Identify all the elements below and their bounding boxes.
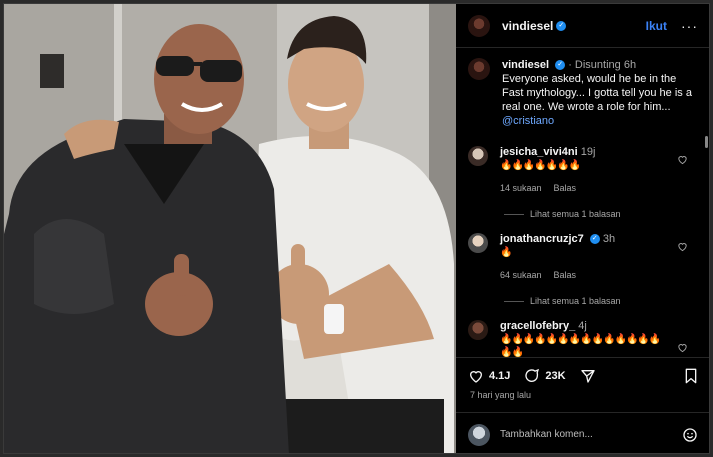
- scrollbar-thumb[interactable]: [705, 136, 708, 148]
- heart-icon[interactable]: [468, 368, 484, 384]
- comment-like-icon[interactable]: [677, 241, 688, 252]
- comment-text: 🔥: [500, 247, 512, 258]
- comment-item: jonathancruzjc7 ✓ 3h 🔥 64 sukaan Balas: [456, 233, 709, 282]
- reply-button[interactable]: Balas: [554, 269, 577, 282]
- comment-username[interactable]: gracellofebry_: [500, 320, 575, 332]
- comment-like-icon[interactable]: [677, 154, 688, 165]
- comment-item: jesicha_vivi4ni 19j 🔥🔥🔥🔥🔥🔥🔥 14 sukaan Ba…: [456, 146, 709, 195]
- instagram-post-modal: vindiesel ✓ Ikut ··· vindiesel ✓ · Disun…: [3, 3, 710, 454]
- comment-count[interactable]: 23K: [545, 370, 565, 382]
- post-side-panel: vindiesel ✓ Ikut ··· vindiesel ✓ · Disun…: [456, 4, 709, 453]
- commenter-avatar[interactable]: [468, 233, 488, 253]
- comment-body: jesicha_vivi4ni 19j 🔥🔥🔥🔥🔥🔥🔥 14 sukaan Ba…: [500, 146, 670, 195]
- view-replies-label[interactable]: Lihat semua 1 balasan: [530, 209, 621, 219]
- author-avatar[interactable]: [468, 14, 490, 37]
- comment-username[interactable]: jonathancruzjc7: [500, 233, 584, 245]
- comment-action[interactable]: 23K: [524, 368, 566, 384]
- caption-body: vindiesel ✓ · Disunting 6h Everyone aske…: [502, 58, 698, 128]
- comment-body: gracellofebry_ 4j 🔥🔥🔥🔥🔥🔥🔥🔥🔥🔥🔥🔥🔥🔥🔥🔥: [500, 320, 670, 357]
- comment-time[interactable]: 19j: [581, 146, 596, 158]
- post-header: vindiesel ✓ Ikut ···: [456, 4, 709, 48]
- comment-meta: 64 sukaan Balas: [500, 269, 670, 282]
- share-icon[interactable]: [580, 368, 596, 384]
- view-replies-link[interactable]: Lihat semua 1 balasan: [456, 209, 709, 219]
- caption-avatar[interactable]: [468, 58, 490, 80]
- comment-likes[interactable]: 64 sukaan: [500, 269, 542, 282]
- replies-divider: [504, 213, 524, 215]
- caption-mention-link[interactable]: @cristiano: [502, 114, 698, 128]
- comment-meta: 14 sukaan Balas: [500, 182, 670, 195]
- comment-text: 🔥🔥🔥🔥🔥🔥🔥🔥🔥🔥🔥🔥🔥🔥🔥🔥: [500, 334, 661, 357]
- comment-body: jonathancruzjc7 ✓ 3h 🔥 64 sukaan Balas: [500, 233, 670, 282]
- comment-item: gracellofebry_ 4j 🔥🔥🔥🔥🔥🔥🔥🔥🔥🔥🔥🔥🔥🔥🔥🔥: [456, 320, 709, 357]
- caption-time[interactable]: 6h: [624, 59, 636, 71]
- more-options-icon[interactable]: ···: [681, 18, 698, 34]
- view-replies-label[interactable]: Lihat semua 1 balasan: [530, 296, 621, 306]
- comment-time[interactable]: 4j: [578, 320, 587, 332]
- post-photo-illustration: [4, 4, 456, 453]
- caption-username[interactable]: vindiesel: [502, 59, 549, 71]
- replies-divider: [504, 300, 524, 302]
- author-username[interactable]: vindiesel: [502, 19, 553, 33]
- comment-time[interactable]: 3h: [603, 233, 615, 245]
- commenter-avatar[interactable]: [468, 320, 488, 340]
- add-comment-bar: [456, 412, 709, 453]
- comment-username[interactable]: jesicha_vivi4ni: [500, 146, 578, 158]
- comment-icon[interactable]: [524, 368, 540, 384]
- white-watch: [324, 304, 344, 334]
- reply-button[interactable]: Balas: [554, 182, 577, 195]
- wall-sign: [40, 54, 64, 88]
- add-comment-input[interactable]: [498, 428, 672, 441]
- caption-edited: · Disunting: [568, 59, 621, 71]
- emoji-icon[interactable]: [682, 427, 698, 443]
- post-photo[interactable]: [4, 4, 456, 453]
- like-action[interactable]: 4.1J: [468, 368, 510, 384]
- view-replies-link[interactable]: Lihat semua 1 balasan: [456, 296, 709, 306]
- verified-badge-icon: ✓: [556, 20, 567, 31]
- commenter-avatar[interactable]: [468, 146, 488, 166]
- post-caption: vindiesel ✓ · Disunting 6h Everyone aske…: [456, 48, 709, 128]
- share-action[interactable]: [580, 368, 601, 384]
- comments-scroll-area[interactable]: vindiesel ✓ · Disunting 6h Everyone aske…: [456, 48, 709, 357]
- comment-like-icon[interactable]: [677, 342, 688, 353]
- verified-badge-icon: ✓: [555, 60, 566, 71]
- caption-text: Everyone asked, would he be in the Fast …: [502, 73, 692, 113]
- current-user-avatar: [468, 423, 490, 446]
- comment-text: 🔥🔥🔥🔥🔥🔥🔥: [500, 160, 581, 171]
- follow-button[interactable]: Ikut: [646, 19, 667, 33]
- like-count[interactable]: 4.1J: [489, 370, 510, 382]
- bookmark-icon[interactable]: [684, 368, 698, 384]
- comment-likes[interactable]: 14 sukaan: [500, 182, 542, 195]
- post-timestamp[interactable]: 7 hari yang lalu: [470, 390, 531, 400]
- verified-badge-icon: ✓: [589, 234, 600, 245]
- post-actions-bar: 4.1J 23K: [456, 357, 709, 393]
